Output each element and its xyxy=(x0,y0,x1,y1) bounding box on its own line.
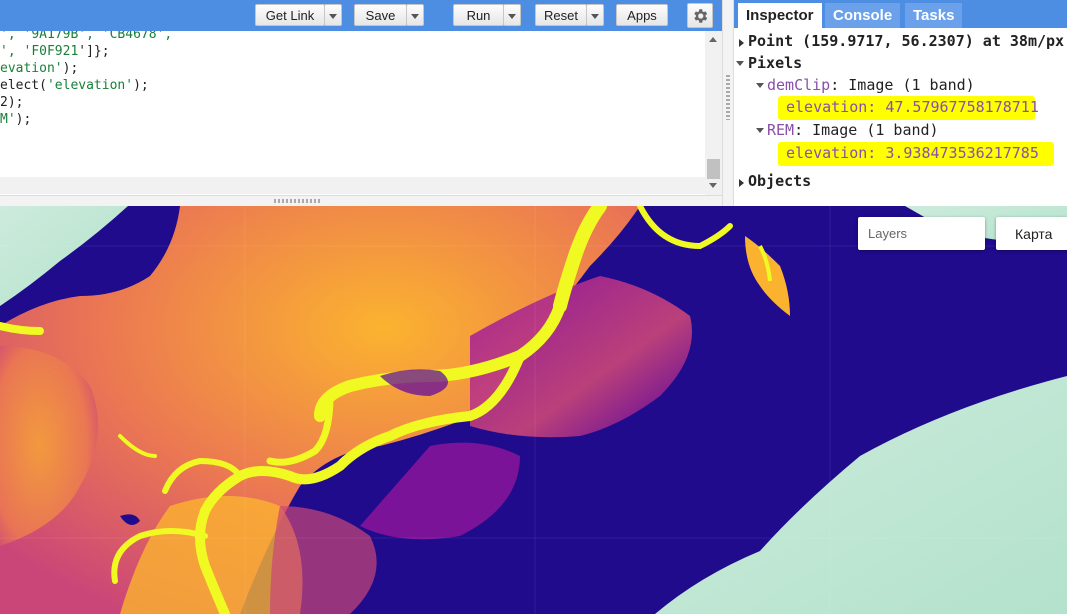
code-line: M'); xyxy=(0,112,32,127)
collapse-down-icon[interactable] xyxy=(756,83,764,88)
run-button[interactable]: Run xyxy=(453,4,504,26)
vertical-scrollbar[interactable] xyxy=(705,31,722,195)
get-link-dropdown[interactable] xyxy=(324,4,342,26)
tab-console[interactable]: Console xyxy=(825,3,901,28)
rem-value: elevation: 3.938473536217785 xyxy=(786,144,1039,162)
objects-header: Objects xyxy=(748,172,812,190)
run-dropdown[interactable] xyxy=(503,4,521,26)
layers-control[interactable]: Layers xyxy=(858,217,985,250)
chevron-down-icon xyxy=(508,13,516,19)
tab-tasks[interactable]: Tasks xyxy=(905,3,963,28)
chevron-down-icon xyxy=(329,13,337,19)
scroll-down-icon[interactable] xyxy=(709,183,717,188)
pixels-header: Pixels xyxy=(748,54,803,72)
splitter-grip-icon[interactable] xyxy=(274,199,320,203)
splitter-grip-icon[interactable] xyxy=(726,75,730,120)
get-link-button[interactable]: Get Link xyxy=(255,4,325,26)
code-line: evation'); xyxy=(0,61,79,76)
code-line: ', 'F0F921']}; xyxy=(0,44,110,59)
save-dropdown[interactable] xyxy=(406,4,424,26)
scrollbar-thumb[interactable] xyxy=(707,159,720,179)
map-view[interactable]: Layers Карта xyxy=(0,206,1067,614)
horizontal-scrollbar[interactable] xyxy=(0,177,705,194)
save-button[interactable]: Save xyxy=(354,4,407,26)
code-editor[interactable]: ', '9A179B', 'CB4678', ', 'F0F921']}; ev… xyxy=(0,31,705,195)
horizontal-splitter[interactable] xyxy=(0,195,722,206)
inspector-panel: Inspector Console Tasks Point (159.9717,… xyxy=(734,0,1067,206)
code-line: 2); xyxy=(0,95,24,110)
vertical-splitter[interactable] xyxy=(722,0,734,206)
scroll-up-icon[interactable] xyxy=(709,37,717,42)
code-line: ', '9A179B', 'CB4678', xyxy=(0,31,173,42)
demclip-value: elevation: 47.57967758178711 xyxy=(786,98,1039,116)
reset-button[interactable]: Reset xyxy=(535,4,587,26)
inspector-point: Point (159.9717, 56.2307) at 38m/px xyxy=(748,32,1065,50)
rem-raster-layer xyxy=(0,206,1067,614)
expand-right-icon[interactable] xyxy=(739,179,744,187)
tab-inspector[interactable]: Inspector xyxy=(738,3,822,28)
expand-right-icon[interactable] xyxy=(739,39,744,47)
chevron-down-icon xyxy=(411,13,419,19)
collapse-down-icon[interactable] xyxy=(736,61,744,66)
rem-layer: REM: Image (1 band) xyxy=(767,121,939,139)
panel-tabs: Inspector Console Tasks xyxy=(734,0,1067,28)
editor-toolbar: Get Link Save Run Reset Apps xyxy=(0,0,723,31)
code-line: elect('elevation'); xyxy=(0,78,149,93)
chevron-down-icon xyxy=(591,13,599,19)
map-type-button[interactable]: Карта xyxy=(996,217,1067,250)
collapse-down-icon[interactable] xyxy=(756,128,764,133)
apps-button[interactable]: Apps xyxy=(616,4,668,26)
earth-engine-code-editor: Get Link Save Run Reset Apps ', '9A179B'… xyxy=(0,0,1067,614)
gear-icon xyxy=(694,8,708,23)
demclip-layer: demClip: Image (1 band) xyxy=(767,76,975,94)
settings-button[interactable] xyxy=(687,3,713,28)
reset-dropdown[interactable] xyxy=(586,4,604,26)
